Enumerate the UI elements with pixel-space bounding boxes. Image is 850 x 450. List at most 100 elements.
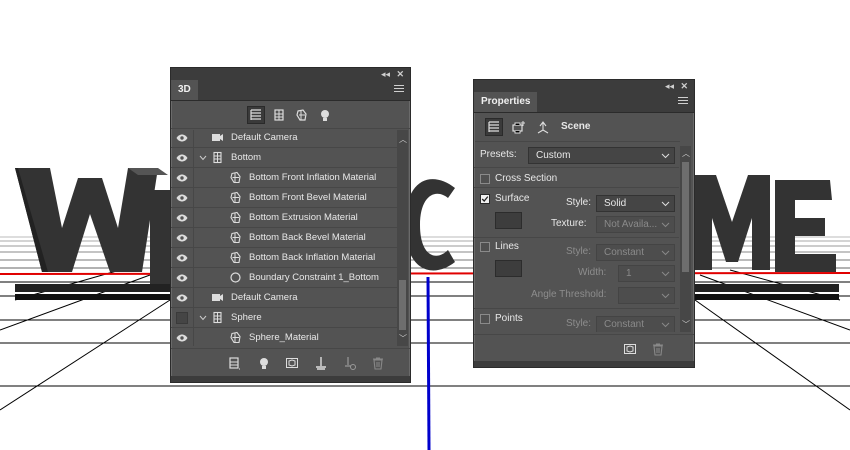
panel-3d: ◂◂ ✕ 3D Default Camera Bottom Bottom Front… — [170, 67, 411, 383]
layer-label: Bottom Extrusion Material — [249, 212, 358, 223]
panel-menu-icon[interactable] — [394, 85, 404, 94]
layer-label: Bottom — [231, 152, 262, 163]
points-style-select[interactable]: Constant — [596, 316, 675, 332]
lines-color-swatch[interactable] — [495, 260, 522, 277]
layer-row[interactable]: Default Camera — [171, 130, 397, 148]
presets-value: Custom — [536, 150, 571, 161]
add-light-icon[interactable] — [257, 356, 271, 370]
layer-row[interactable]: Sphere_Material — [171, 328, 397, 346]
constraint-icon — [229, 271, 242, 284]
meshes-icon[interactable] — [270, 106, 288, 124]
eye-icon[interactable] — [171, 328, 194, 346]
render-icon[interactable] — [285, 356, 299, 370]
eye-icon[interactable] — [171, 168, 194, 187]
layer-row[interactable]: Boundary Constraint 1_Bottom — [171, 268, 397, 288]
layer-row[interactable]: Bottom Extrusion Material — [171, 208, 397, 228]
scroll-down-icon[interactable]: ﹀ — [399, 333, 407, 344]
lines-style-select[interactable]: Constant — [596, 244, 675, 261]
red-axis-line — [0, 272, 850, 275]
surface-style-value: Solid — [604, 198, 627, 209]
scrollbar-thumb[interactable] — [682, 162, 689, 272]
eye-icon[interactable] — [171, 148, 194, 167]
render-icon[interactable] — [623, 342, 637, 356]
scroll-up-icon[interactable]: ︿ — [682, 148, 690, 159]
angle-threshold-input[interactable] — [618, 287, 675, 304]
cross-section-checkbox[interactable] — [480, 174, 490, 184]
scrollbar-thumb[interactable] — [399, 280, 406, 330]
scene-canvas[interactable] — [0, 0, 850, 450]
layer-label: Sphere_Material — [249, 332, 319, 343]
letter-m — [694, 175, 770, 270]
width-input[interactable]: 1 — [618, 265, 675, 282]
panel-3d-resize-grip[interactable] — [171, 376, 410, 382]
width-label: Width: — [578, 267, 607, 278]
double-chevron-icon[interactable]: ◂◂ — [665, 80, 674, 92]
layer-row[interactable]: Bottom Back Bevel Material — [171, 228, 397, 248]
props-scrollbar[interactable]: ︿ ﹀ — [680, 146, 691, 332]
scroll-down-icon[interactable]: ﹀ — [682, 319, 690, 330]
visibility-toggle[interactable] — [171, 308, 194, 327]
lights-icon[interactable] — [316, 106, 334, 124]
chevron-down-icon — [661, 322, 670, 328]
eye-icon[interactable] — [171, 130, 194, 147]
materials-icon[interactable] — [293, 106, 311, 124]
coordinates-icon[interactable] — [534, 118, 552, 136]
props-bottom-bar — [474, 334, 694, 363]
close-icon[interactable]: ✕ — [396, 68, 404, 80]
panel-menu-icon[interactable] — [678, 97, 688, 106]
trash-icon[interactable] — [371, 356, 385, 370]
layer-row[interactable]: Bottom — [171, 148, 397, 168]
trash-icon[interactable] — [651, 342, 665, 356]
points-checkbox[interactable] — [480, 314, 490, 324]
render-settings-icon[interactable] — [510, 118, 528, 136]
chevron-down-icon[interactable] — [198, 308, 208, 327]
tab-3d[interactable]: 3D — [171, 80, 198, 100]
scroll-up-icon[interactable]: ︿ — [399, 134, 407, 145]
tab-properties[interactable]: Properties — [474, 92, 538, 112]
surface-label: Surface — [495, 193, 530, 204]
layer-list: Default Camera Bottom Bottom Front Inflati… — [171, 130, 397, 346]
filter-icon-row — [171, 101, 410, 129]
eye-icon[interactable] — [171, 228, 194, 247]
props-body: Presets: Custom Cross Section Surface St… — [474, 142, 679, 332]
mesh-icon — [211, 311, 224, 324]
layer-row[interactable]: Bottom Front Bevel Material — [171, 188, 397, 208]
surface-color-swatch[interactable] — [495, 212, 522, 229]
constraint-add-icon[interactable] — [343, 356, 357, 370]
camera-icon — [211, 131, 224, 144]
eye-icon[interactable] — [171, 288, 194, 307]
eye-icon[interactable] — [171, 248, 194, 267]
layer-row[interactable]: Bottom Back Inflation Material — [171, 248, 397, 268]
eye-icon[interactable] — [171, 268, 194, 287]
chevron-down-icon — [661, 250, 670, 256]
camera-icon — [211, 291, 224, 304]
whole-scene-icon[interactable] — [247, 106, 265, 124]
eye-icon[interactable] — [171, 208, 194, 227]
presets-select[interactable]: Custom — [528, 147, 675, 164]
ground-icon[interactable] — [314, 356, 328, 370]
layer-label: Default Camera — [231, 292, 298, 303]
layer-label: Bottom Back Inflation Material — [249, 252, 376, 263]
layer-row[interactable]: Sphere — [171, 308, 397, 328]
eye-icon[interactable] — [171, 188, 194, 207]
scene-icon[interactable] — [485, 118, 503, 136]
add-mesh-icon[interactable] — [227, 356, 241, 370]
layer-row[interactable]: Bottom Front Inflation Material — [171, 168, 397, 188]
surface-checkbox[interactable] — [480, 194, 490, 204]
layer-row[interactable]: Default Camera — [171, 288, 397, 308]
texture-select[interactable]: Not Availa... — [596, 216, 675, 233]
double-chevron-icon[interactable]: ◂◂ — [381, 68, 390, 80]
material-icon — [229, 171, 242, 184]
chevron-down-icon[interactable] — [198, 148, 208, 167]
layer-label: Default Camera — [231, 132, 298, 143]
close-icon[interactable]: ✕ — [680, 80, 688, 92]
surface-style-select[interactable]: Solid — [596, 195, 675, 212]
layer-scrollbar[interactable]: ︿ ﹀ — [397, 130, 408, 346]
layer-label: Boundary Constraint 1_Bottom — [249, 272, 379, 283]
panel-properties-topbar[interactable]: ◂◂ ✕ — [474, 80, 694, 92]
width-value: 1 — [626, 268, 632, 279]
material-icon — [229, 191, 242, 204]
lines-checkbox[interactable] — [480, 242, 490, 252]
panel-3d-topbar[interactable]: ◂◂ ✕ — [171, 68, 410, 80]
props-resize-grip[interactable] — [474, 361, 694, 367]
